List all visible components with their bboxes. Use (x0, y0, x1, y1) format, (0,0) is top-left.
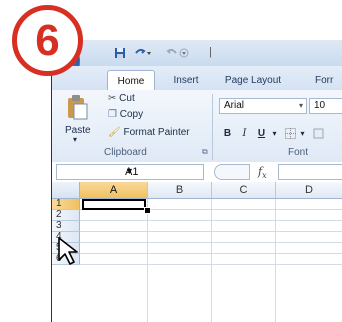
borders-dropdown-icon[interactable]: ▾ (297, 124, 308, 143)
format-painter-icon: 🖌 (108, 127, 121, 138)
ribbon-tabs: Home Insert Page Layout Forr (52, 66, 342, 91)
excel-window: | Home Insert Page Layout Forr Paste ▾ ✂… (51, 40, 342, 322)
column-header-c[interactable]: C (212, 182, 276, 199)
select-all-corner[interactable] (52, 182, 80, 199)
borders-icon[interactable] (282, 124, 298, 143)
italic-button[interactable]: I (236, 124, 253, 143)
format-painter-button[interactable]: 🖌 Format Painter (108, 127, 190, 138)
ribbon: Paste ▾ ✂ Cut ❐ Copy 🖌 Format Painter Cl… (52, 90, 342, 163)
gridline (275, 199, 276, 322)
column-header-d[interactable]: D (276, 182, 342, 199)
undo-icon[interactable] (131, 45, 155, 61)
step-number: 6 (35, 15, 60, 65)
font-name-dropdown-icon[interactable]: ▾ (299, 99, 303, 113)
qat-separator: | (209, 46, 212, 58)
tab-insert[interactable]: Insert (163, 70, 209, 90)
copy-label: Copy (119, 109, 144, 120)
font-size-box[interactable]: 10 (309, 98, 342, 114)
active-cell-a1[interactable] (82, 199, 146, 210)
gridline (147, 199, 148, 322)
copy-button[interactable]: ❐ Copy (108, 109, 143, 120)
font-size-value: 10 (314, 100, 326, 111)
bold-button[interactable]: B (219, 124, 236, 143)
paste-icon[interactable] (66, 94, 88, 120)
paste-dropdown-icon[interactable]: ▾ (73, 135, 77, 144)
mouse-pointer-icon (58, 237, 78, 265)
worksheet-grid[interactable]: A B C D 1 2 3 4 5 6 (52, 182, 342, 322)
font-group-label: Font (288, 147, 309, 158)
underline-button[interactable]: U (253, 124, 270, 143)
font-name-value: Arial (224, 100, 245, 111)
fill-color-icon[interactable] (310, 124, 326, 143)
name-box[interactable]: A1 ▼ (56, 164, 204, 180)
column-header-a[interactable]: A (80, 182, 148, 199)
tab-formulas[interactable]: Forr (315, 70, 342, 90)
formula-bar-expand[interactable] (214, 164, 250, 180)
formula-input[interactable] (278, 164, 342, 180)
gridline (211, 199, 212, 322)
cut-label: Cut (119, 93, 135, 104)
clipboard-group-label: Clipboard (104, 147, 147, 158)
copy-icon: ❐ (108, 109, 117, 120)
redo-icon[interactable] (163, 45, 193, 61)
fill-handle[interactable] (144, 207, 151, 214)
tab-home[interactable]: Home (107, 70, 155, 91)
underline-dropdown-icon[interactable]: ▾ (269, 124, 280, 143)
cut-button[interactable]: ✂ Cut (108, 93, 135, 104)
font-name-box[interactable]: Arial ▾ (219, 98, 307, 114)
paste-button[interactable]: Paste (65, 125, 91, 136)
formula-bar: A1 ▼ fx (52, 162, 342, 183)
tab-page-layout[interactable]: Page Layout (219, 70, 287, 90)
insert-function-icon[interactable]: fx (258, 165, 267, 180)
name-box-dropdown-icon[interactable]: ▼ (125, 166, 199, 176)
clipboard-dialog-launcher[interactable]: ⧉ (202, 147, 208, 157)
quick-access-toolbar: | (52, 40, 342, 90)
format-painter-label: Format Painter (123, 127, 190, 138)
save-icon[interactable] (113, 45, 127, 61)
scissors-icon: ✂ (108, 93, 117, 104)
column-header-b[interactable]: B (148, 182, 212, 199)
group-divider (212, 94, 213, 160)
step-number-badge: 6 (12, 5, 83, 76)
